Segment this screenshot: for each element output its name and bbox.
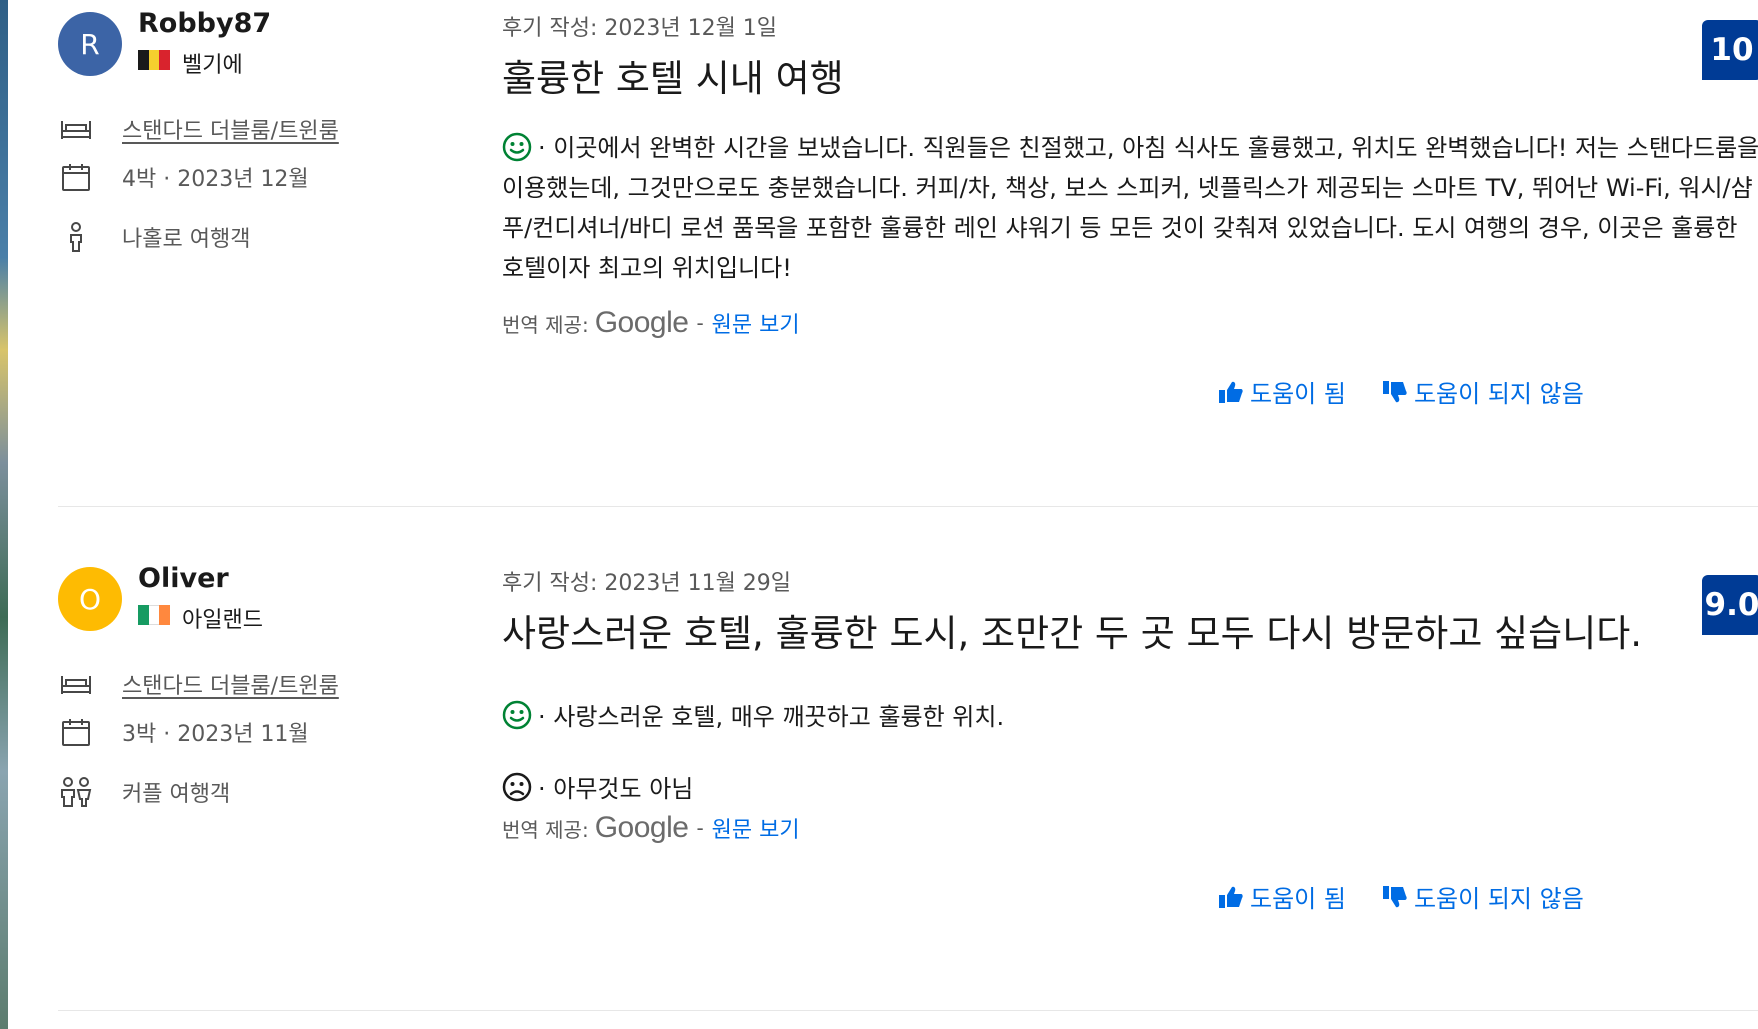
positive-text: · 사랑스러운 호텔, 매우 깨끗하고 훌륭한 위치.	[538, 703, 1005, 731]
not-helpful-label: 도움이 되지 않음	[1413, 380, 1584, 408]
belgium-flag-icon	[138, 50, 171, 70]
helpful-label: 도움이 됨	[1250, 885, 1346, 913]
reviewer-country: 아일랜드	[182, 608, 263, 633]
traveler-type: 커플 여행객	[122, 782, 231, 807]
thumbs-down-icon	[1382, 380, 1407, 402]
review-title: 사랑스러운 호텔, 훌륭한 도시, 조만간 두 곳 모두 다시 방문하고 싶습니…	[502, 612, 1643, 655]
positive-comment: · 이곳에서 완벽한 시간을 보냈습니다. 직원들은 친절했고, 아침 식사도 …	[502, 128, 1758, 288]
translation-label: 번역 제공:	[502, 817, 589, 842]
avatar: O	[58, 567, 122, 631]
reviewer-country: 벨기에	[182, 53, 243, 78]
calendar-icon	[58, 160, 94, 194]
couple-traveler-icon	[58, 775, 94, 809]
traveler-type-row: 커플 여행객	[58, 775, 230, 809]
avatar-letter: O	[78, 582, 102, 616]
reviews-list: R Robby87 벨기에 스탠다드 더블룸/트윈룸 4박 · 2023년 12…	[8, 0, 1758, 1029]
translation-credit: 번역 제공: Google - 원문 보기	[502, 306, 800, 340]
translation-separator: -	[696, 311, 704, 335]
room-type-row: 스탠다드 더블룸/트윈룸	[58, 667, 339, 701]
bed-icon	[58, 112, 94, 146]
smiley-face-icon	[502, 132, 532, 162]
review-card: O Oliver 아일랜드 스탠다드 더블룸/트윈룸 3박 · 2023년 11…	[58, 555, 1758, 1029]
stay-length: 3박 · 2023년 11월	[122, 722, 309, 747]
not-helpful-button[interactable]: 도움이 되지 않음	[1382, 879, 1584, 914]
room-type-row: 스탠다드 더블룸/트윈룸	[58, 112, 339, 146]
vote-row: 도움이 됨 도움이 되지 않음	[1218, 879, 1584, 914]
traveler-type: 나홀로 여행객	[122, 227, 251, 252]
traveler-type-row: 나홀로 여행객	[58, 220, 250, 254]
negative-comment: · 아무것도 아님	[502, 769, 693, 804]
reviewer-name: Oliver	[138, 563, 229, 594]
translation-separator: -	[696, 816, 704, 840]
translation-label: 번역 제공:	[502, 312, 589, 337]
stay-row: 3박 · 2023년 11월	[58, 715, 309, 749]
avatar-letter: R	[80, 27, 100, 61]
google-logo: Google	[594, 811, 689, 844]
not-helpful-label: 도움이 되지 않음	[1413, 885, 1584, 913]
not-helpful-button[interactable]: 도움이 되지 않음	[1382, 374, 1584, 409]
score-value: 10	[1710, 32, 1754, 68]
review-date: 후기 작성: 2023년 11월 29일	[502, 571, 792, 596]
google-logo: Google	[594, 306, 689, 339]
score-badge: 10	[1702, 20, 1758, 80]
negative-text: · 아무것도 아님	[538, 775, 694, 803]
stay-row: 4박 · 2023년 12월	[58, 160, 309, 194]
sad-face-icon	[502, 772, 532, 801]
reviewer-name: Robby87	[138, 8, 272, 39]
positive-comment: · 사랑스러운 호텔, 매우 깨끗하고 훌륭한 위치.	[502, 697, 1004, 732]
score-value: 9.0	[1704, 587, 1758, 623]
stay-length: 4박 · 2023년 12월	[122, 167, 309, 192]
avatar: R	[58, 12, 122, 76]
view-original-link[interactable]: 원문 보기	[712, 307, 800, 339]
score-badge: 9.0	[1702, 575, 1758, 635]
review-title: 훌륭한 호텔 시내 여행	[502, 57, 844, 100]
positive-text: · 이곳에서 완벽한 시간을 보냈습니다. 직원들은 친절했고, 아침 식사도 …	[502, 134, 1758, 282]
view-original-link[interactable]: 원문 보기	[712, 812, 800, 844]
thumbs-up-icon	[1219, 886, 1243, 908]
review-divider	[58, 506, 1758, 507]
room-type-link[interactable]: 스탠다드 더블룸/트윈룸	[122, 113, 339, 145]
thumbs-down-icon	[1382, 885, 1407, 907]
bed-icon	[58, 667, 94, 701]
ireland-flag-icon	[138, 605, 171, 625]
room-type-link[interactable]: 스탠다드 더블룸/트윈룸	[122, 668, 339, 700]
smiley-face-icon	[502, 700, 532, 729]
solo-traveler-icon	[58, 220, 94, 254]
helpful-button[interactable]: 도움이 됨	[1218, 374, 1346, 409]
review-divider	[58, 1010, 1758, 1011]
helpful-button[interactable]: 도움이 됨	[1218, 879, 1346, 914]
thumbs-up-icon	[1219, 381, 1243, 403]
review-card: R Robby87 벨기에 스탠다드 더블룸/트윈룸 4박 · 2023년 12…	[58, 0, 1758, 511]
review-date: 후기 작성: 2023년 12월 1일	[502, 16, 778, 41]
calendar-icon	[58, 715, 94, 749]
background-sidebar-edge	[0, 0, 8, 1029]
helpful-label: 도움이 됨	[1250, 380, 1346, 408]
translation-credit: 번역 제공: Google - 원문 보기	[502, 811, 800, 845]
vote-row: 도움이 됨 도움이 되지 않음	[1218, 374, 1584, 409]
